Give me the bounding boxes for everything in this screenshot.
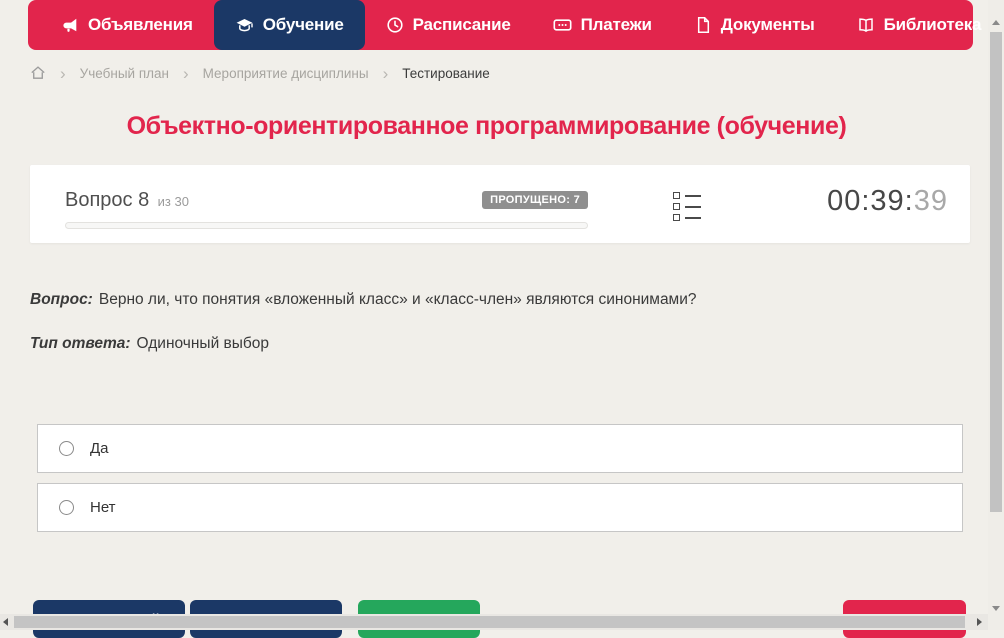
vertical-scrollbar[interactable]	[988, 0, 1004, 630]
scroll-left-arrow-icon[interactable]	[3, 618, 8, 626]
scroll-right-arrow-icon[interactable]	[977, 618, 982, 626]
option-label: Да	[90, 440, 109, 457]
breadcrumb-separator: ›	[382, 63, 389, 83]
nav-item-announcements[interactable]: Объявления	[40, 0, 214, 50]
breadcrumb-separator: ›	[182, 63, 189, 83]
nav-item-payments[interactable]: Платежи	[532, 0, 673, 50]
progress-bar	[65, 222, 588, 229]
radio-button[interactable]	[59, 500, 74, 515]
nav-item-label: Расписание	[412, 15, 511, 34]
skipped-badge: ПРОПУЩЕНО: 7	[482, 191, 588, 209]
home-icon[interactable]	[30, 65, 46, 81]
breadcrumb-separator: ›	[60, 63, 66, 83]
credit-card-icon	[553, 16, 572, 34]
nav-item-schedule[interactable]: Расписание	[365, 0, 532, 50]
document-icon	[694, 16, 712, 34]
nav-item-learning[interactable]: Обучение	[213, 0, 365, 50]
radio-button[interactable]	[59, 441, 74, 456]
nav-item-label: Документы	[720, 15, 815, 34]
nav-item-label: Объявления	[88, 15, 193, 34]
scroll-down-arrow-icon[interactable]	[992, 606, 1000, 611]
timer: 00:39:39	[827, 185, 948, 218]
nav-item-label: Библиотека	[883, 15, 982, 34]
horizontal-scrollbar[interactable]	[0, 614, 988, 630]
question-counter: Вопрос 8 из 30	[65, 189, 189, 212]
question-header-panel: Вопрос 8 из 30 ПРОПУЩЕНО: 7 00:39:39	[30, 165, 970, 243]
breadcrumb-current: Тестирование	[402, 65, 490, 81]
nav-item-documents[interactable]: Документы	[673, 0, 836, 50]
question-number: Вопрос 8	[65, 189, 150, 211]
answer-option-no[interactable]: Нет	[37, 483, 963, 532]
breadcrumb: › Учебный план › Мероприятие дисциплины …	[30, 62, 490, 84]
nav-item-label: Платежи	[580, 15, 652, 34]
timer-seconds: 39	[913, 185, 948, 217]
megaphone-icon	[61, 16, 79, 34]
question-text-row: Вопрос: Верно ли, что понятия «вложенный …	[30, 291, 940, 309]
breadcrumb-link-discipline-event[interactable]: Мероприятие дисциплины	[203, 66, 369, 81]
answer-option-yes[interactable]: Да	[37, 424, 963, 473]
question-text: Верно ли, что понятия «вложенный класс» …	[98, 291, 697, 308]
answer-type-row: Тип ответа: Одиночный выбор	[30, 335, 940, 353]
question-progress-block: Вопрос 8 из 30 ПРОПУЩЕНО: 7	[65, 189, 588, 229]
vertical-scrollbar-thumb[interactable]	[990, 32, 1002, 512]
book-icon	[857, 16, 875, 34]
question-prefix: Вопрос:	[30, 291, 93, 308]
horizontal-scrollbar-thumb[interactable]	[14, 616, 965, 628]
clock-icon	[386, 16, 404, 34]
answer-type-prefix: Тип ответа:	[30, 335, 131, 352]
timer-main: 00:39:	[827, 185, 914, 217]
breadcrumb-link-curriculum[interactable]: Учебный план	[80, 66, 169, 81]
question-total: из 30	[157, 194, 189, 209]
main-navbar: Объявления Обучение Расписание Платежи Д…	[28, 0, 1004, 50]
scroll-up-arrow-icon[interactable]	[992, 20, 1000, 25]
page-title: Объектно-ориентированное программировани…	[126, 112, 847, 140]
question-list-icon[interactable]	[673, 192, 701, 225]
graduation-cap-icon	[235, 16, 254, 34]
option-label: Нет	[90, 499, 116, 516]
nav-item-library[interactable]: Библиотека	[836, 0, 1004, 50]
answer-type: Одиночный выбор	[136, 335, 270, 352]
nav-item-label: Обучение	[262, 15, 344, 34]
